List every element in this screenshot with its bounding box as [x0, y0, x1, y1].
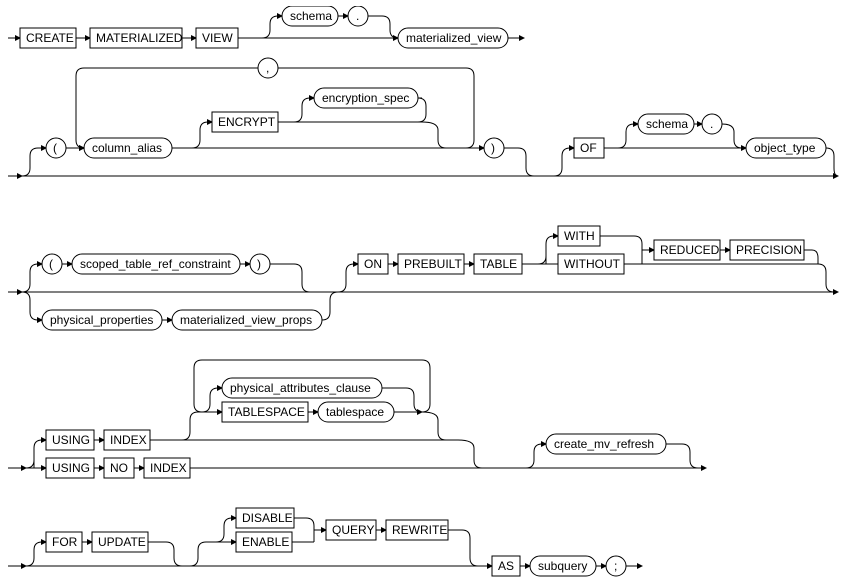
nonterm-mv-props-label: materialized_view_props	[180, 313, 312, 327]
keyword-using-2-label: USING	[52, 461, 90, 475]
keyword-update-label: UPDATE	[98, 535, 146, 549]
row-4: USING INDEX physical_attributes_clause T…	[8, 360, 706, 478]
keyword-create-label: CREATE	[26, 31, 74, 45]
keyword-precision-label: PRECISION	[736, 243, 802, 257]
rparen-2-label: )	[257, 257, 261, 271]
row-3: ( scoped_table_ref_constraint ) physical…	[8, 226, 838, 330]
keyword-encrypt-label: ENCRYPT	[218, 115, 276, 129]
keyword-query-label: QUERY	[332, 523, 374, 537]
keyword-prebuilt-label: PREBUILT	[404, 257, 462, 271]
nonterm-subquery-label: subquery	[538, 559, 587, 573]
nonterm-schema-1-label: schema	[290, 9, 332, 23]
row-1: CREATE MATERIALIZED VIEW schema . materi…	[8, 6, 524, 48]
keyword-index-2-label: INDEX	[150, 461, 187, 475]
keyword-tablespace-label: TABLESPACE	[228, 405, 305, 419]
keyword-no-label: NO	[110, 461, 128, 475]
nonterm-encryption-spec-label: encryption_spec	[322, 91, 409, 105]
keyword-table-label: TABLE	[480, 257, 517, 271]
nonterm-scoped-table-ref-label: scoped_table_ref_constraint	[80, 257, 231, 271]
nonterm-column-alias-label: column_alias	[92, 141, 162, 155]
nonterm-create-mv-refresh-label: create_mv_refresh	[554, 437, 654, 451]
keyword-view-label: VIEW	[202, 31, 233, 45]
keyword-without-label: WITHOUT	[564, 257, 621, 271]
lparen-1-label: (	[53, 141, 57, 155]
comma-loop-label: ,	[266, 61, 269, 75]
dot-2-label: .	[710, 117, 713, 131]
keyword-of-label: OF	[580, 141, 597, 155]
semicolon-label: ;	[614, 559, 617, 573]
rparen-1-label: )	[491, 141, 495, 155]
keyword-rewrite-label: REWRITE	[392, 523, 447, 537]
nonterm-tablespace-label: tablespace	[326, 405, 384, 419]
row-5: FOR UPDATE DISABLE ENABLE QUERY REWRITE …	[8, 508, 642, 576]
keyword-on-label: ON	[364, 257, 382, 271]
keyword-using-1-label: USING	[52, 433, 90, 447]
keyword-enable-label: ENABLE	[242, 535, 289, 549]
keyword-as-label: AS	[498, 559, 514, 573]
keyword-with-label: WITH	[564, 229, 595, 243]
keyword-for-label: FOR	[52, 535, 78, 549]
nonterm-physical-properties-label: physical_properties	[50, 313, 153, 327]
nonterm-schema-2-label: schema	[646, 117, 688, 131]
nonterm-phys-attrs-clause-label: physical_attributes_clause	[230, 381, 371, 395]
nonterm-object-type-label: object_type	[754, 141, 816, 155]
dot-1-label: .	[356, 9, 359, 23]
keyword-materialized-label: MATERIALIZED	[96, 31, 183, 45]
keyword-index-1-label: INDEX	[110, 433, 147, 447]
railroad-diagram: CREATE MATERIALIZED VIEW schema . materi…	[6, 6, 840, 580]
nonterm-materialized-view-label: materialized_view	[406, 31, 502, 45]
keyword-reduced-label: REDUCED	[660, 243, 720, 257]
row-2: ( column_alias ENCRYPT encryption_spec ,…	[8, 58, 838, 176]
keyword-disable-label: DISABLE	[242, 511, 293, 525]
lparen-2-label: (	[49, 257, 53, 271]
